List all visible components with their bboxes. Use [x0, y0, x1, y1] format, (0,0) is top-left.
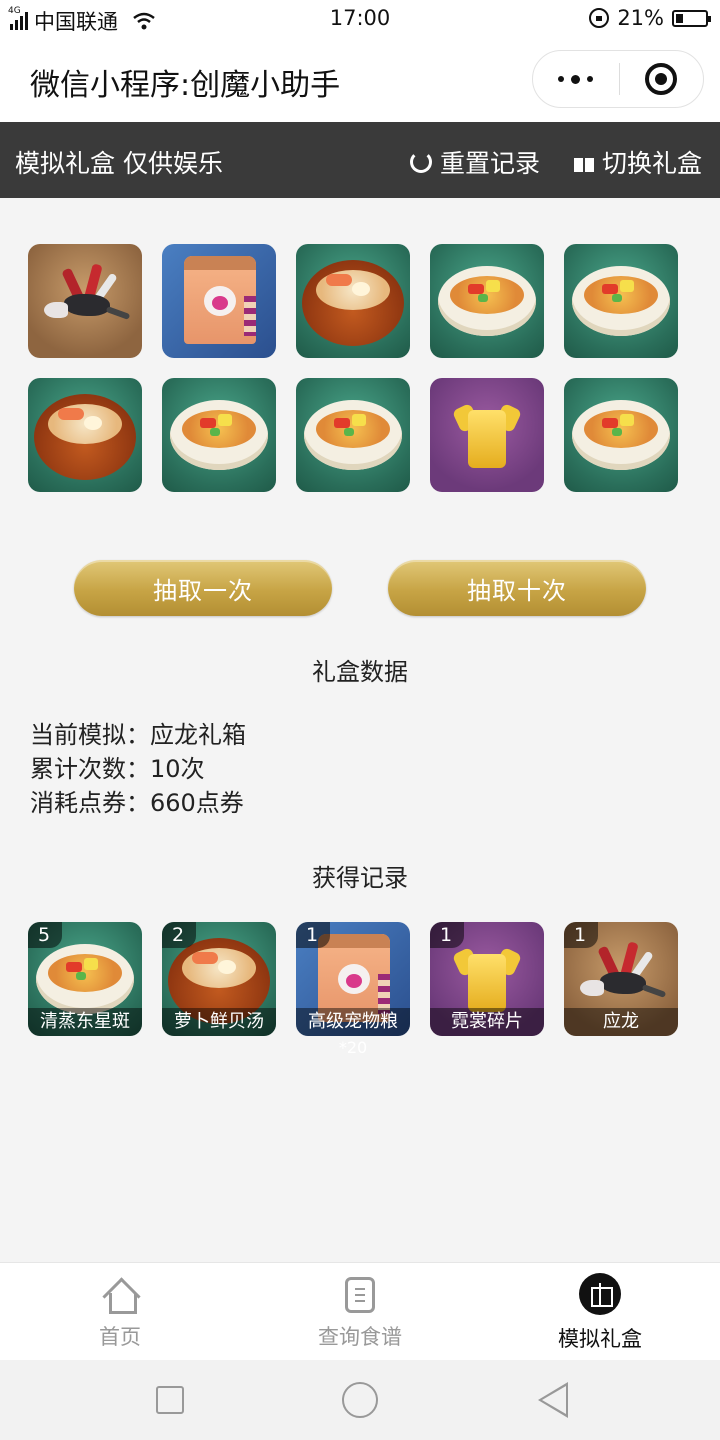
target-icon — [645, 63, 678, 95]
tab-bar: 首页 查询食谱 模拟礼盒 — [0, 1262, 720, 1360]
wood-bowl-soup-item-tile[interactable] — [296, 244, 410, 358]
wood-bowl-soup-item-tile[interactable] — [28, 378, 142, 492]
record-item[interactable]: 1 高级宠物粮 — [296, 922, 410, 1036]
shirt-fragment-item-tile[interactable] — [430, 378, 544, 492]
tab-gift-box[interactable]: 模拟礼盒 — [480, 1273, 720, 1353]
item-quantity-note: *20 — [338, 1038, 368, 1057]
recent-apps-button[interactable] — [156, 1386, 184, 1414]
pet-food-bag-item-tile[interactable] — [162, 244, 276, 358]
switch-box-button[interactable]: 切换礼盒 — [574, 144, 702, 180]
box-data-stats: 当前模拟：应龙礼箱 累计次数：10次 消耗点券：660点券 — [30, 718, 246, 820]
record-grid: 5 清蒸东星斑 2 萝卜鲜贝汤 1 高级宠物粮 1 霓裳碎片 1 应龙 — [28, 922, 678, 1036]
dragon-item-tile[interactable] — [28, 244, 142, 358]
record-title: 获得记录 — [312, 864, 408, 892]
item-count-badge: 1 — [296, 922, 330, 948]
status-bar: 4G 中国联通 17:00 21% — [0, 0, 720, 38]
item-name: 萝卜鲜贝汤 — [162, 1008, 276, 1036]
fish-bowl-item-tile[interactable] — [296, 378, 410, 492]
item-count-badge: 1 — [564, 922, 598, 948]
record-item[interactable]: 1 应龙 — [564, 922, 678, 1036]
tab-recipe[interactable]: 查询食谱 — [240, 1277, 480, 1351]
fish-bowl-item-tile[interactable] — [564, 378, 678, 492]
page-title: 微信小程序:创魔小助手 — [30, 68, 341, 103]
box-data-title: 礼盒数据 — [312, 658, 408, 686]
gift-icon — [579, 1273, 621, 1315]
more-button[interactable] — [533, 74, 619, 84]
gift-icon — [574, 152, 594, 172]
fish-bowl-item-tile[interactable] — [430, 244, 544, 358]
recipe-icon — [345, 1277, 375, 1313]
rotation-lock-icon — [589, 8, 610, 28]
reset-record-button[interactable]: 重置记录 — [410, 144, 540, 180]
home-button[interactable] — [342, 1382, 378, 1418]
total-count-row: 累计次数：10次 — [30, 755, 205, 783]
item-name: 清蒸东星斑 — [28, 1008, 142, 1036]
current-box-row: 当前模拟：应龙礼箱 — [30, 721, 246, 749]
item-name: 高级宠物粮 — [296, 1008, 410, 1036]
item-name: 应龙 — [564, 1008, 678, 1036]
item-count-badge: 2 — [162, 922, 196, 948]
draw-once-button[interactable]: 抽取一次 — [74, 560, 332, 616]
fish-bowl-item-tile[interactable] — [564, 244, 678, 358]
back-button[interactable] — [538, 1382, 568, 1418]
item-count-badge: 5 — [28, 922, 62, 948]
item-name: 霓裳碎片 — [430, 1008, 544, 1036]
action-header: 模拟礼盒 仅供娱乐 重置记录 切换礼盒 — [0, 122, 720, 198]
record-item[interactable]: 1 霓裳碎片 — [430, 922, 544, 1036]
tab-home[interactable]: 首页 — [0, 1277, 240, 1351]
close-miniprogram-button[interactable] — [620, 63, 704, 95]
battery-icon — [672, 9, 711, 27]
record-item[interactable]: 2 萝卜鲜贝汤 — [162, 922, 276, 1036]
refresh-icon — [410, 151, 432, 173]
item-count-badge: 1 — [430, 922, 464, 948]
title-bar: 微信小程序:创魔小助手 — [0, 38, 720, 122]
record-item[interactable]: 5 清蒸东星斑 — [28, 922, 142, 1036]
cost-row: 消耗点券：660点券 — [30, 789, 244, 817]
system-nav-bar — [0, 1360, 720, 1440]
fish-bowl-item-tile[interactable] — [162, 378, 276, 492]
capsule-menu — [532, 50, 704, 108]
home-icon — [103, 1277, 137, 1314]
draw-result-grid — [28, 244, 688, 492]
battery-percent: 21% — [617, 6, 664, 30]
draw-ten-button[interactable]: 抽取十次 — [388, 560, 646, 616]
header-caption: 模拟礼盒 仅供娱乐 — [15, 149, 223, 178]
